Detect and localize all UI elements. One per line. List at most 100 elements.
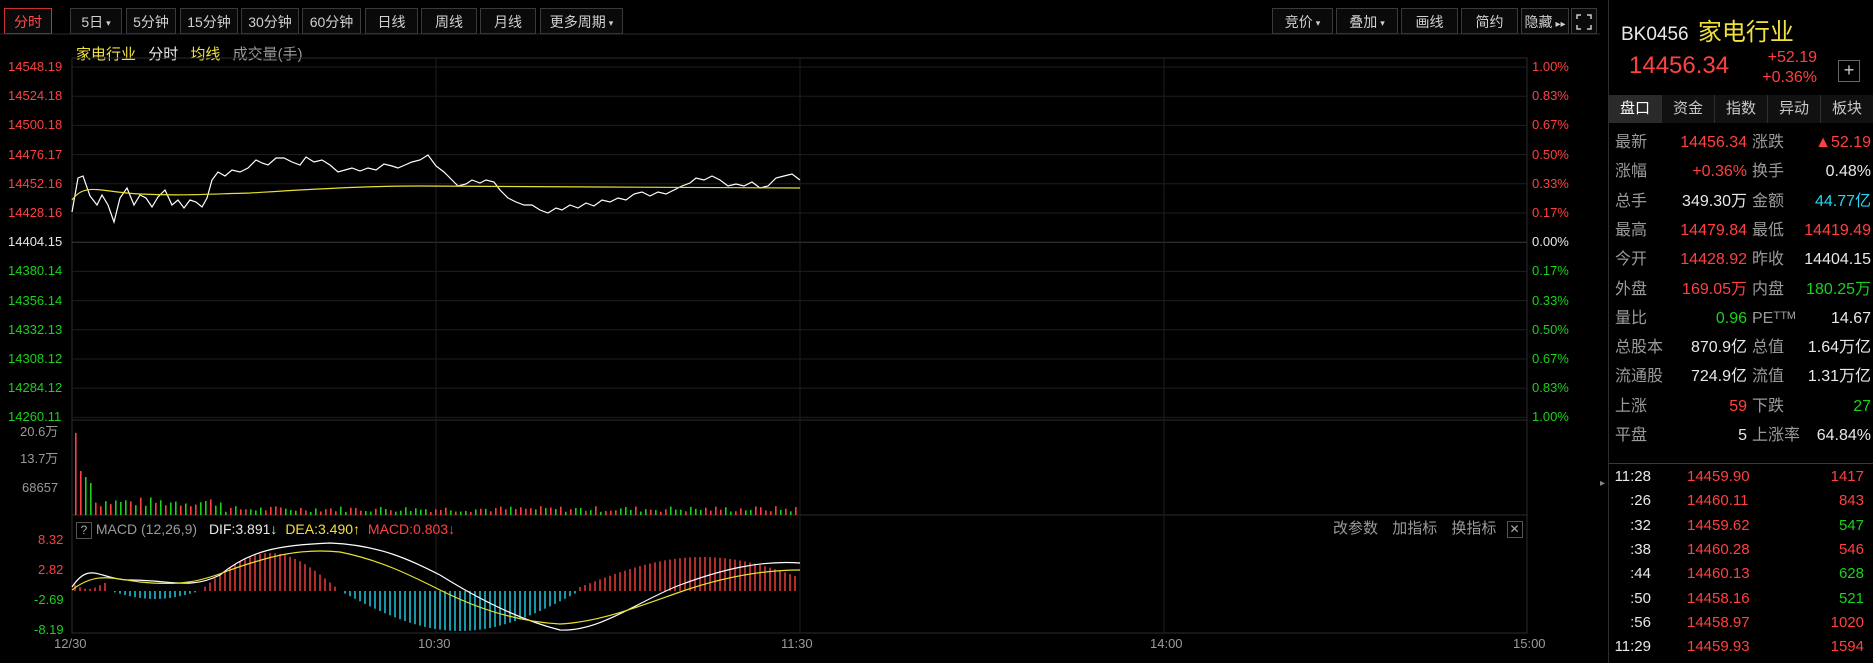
volume-bar <box>115 500 117 515</box>
percent-tick: 0.33% <box>1532 175 1569 191</box>
volume-bar <box>505 509 507 515</box>
stat-label: 内盘 <box>1752 280 1785 298</box>
percent-tick: 0.50% <box>1532 321 1569 337</box>
macd-dea: DEA:3.490↑ <box>285 521 361 537</box>
volume-bar <box>295 510 297 515</box>
percent-tick: 0.00% <box>1532 234 1569 250</box>
volume-bar <box>205 500 207 515</box>
tick-volume: 843 <box>1838 492 1864 510</box>
intraday-chart[interactable] <box>0 0 1600 663</box>
volume-bar <box>335 511 337 515</box>
stat-value: 44.77亿 <box>1814 192 1871 210</box>
volume-bar <box>530 508 532 515</box>
volume-bar <box>215 505 217 515</box>
macd-dif: DIF:3.891↓ <box>208 521 278 537</box>
volume-bar <box>570 509 572 515</box>
quote-panel: BK0456 家电行业 14456.34 +52.19 +0.36% + 盘口资… <box>1608 0 1873 663</box>
volume-bar <box>305 510 307 515</box>
volume-bar <box>600 511 602 515</box>
volume-bar <box>90 483 92 515</box>
volume-bar <box>160 500 162 515</box>
tab-4[interactable]: 板块 <box>1821 95 1873 123</box>
stat-label: 昨收 <box>1752 251 1785 269</box>
volume-bar <box>210 499 212 515</box>
volume-bar <box>270 506 272 515</box>
volume-bar <box>120 502 122 515</box>
tick-time: :50 <box>1630 589 1651 607</box>
tab-0[interactable]: 盘口 <box>1609 95 1662 123</box>
volume-bar <box>250 509 252 515</box>
volume-bar <box>425 509 427 515</box>
close-icon[interactable]: ✕ <box>1506 521 1523 538</box>
price-tick: 14500.18 <box>8 117 63 133</box>
volume-bar <box>245 509 247 515</box>
time-tick: 10:30 <box>418 636 451 651</box>
stat-label: 换手 <box>1752 163 1785 181</box>
macd-title: MACD (12,26,9) <box>95 521 198 537</box>
time-tick: 14:00 <box>1150 636 1183 651</box>
volume-bar <box>635 506 637 515</box>
volume-bar <box>620 508 622 515</box>
tick-price: 14460.13 <box>1687 565 1750 583</box>
volume-bar <box>255 510 257 515</box>
stat-value: 64.84% <box>1816 427 1871 444</box>
volume-bar <box>290 510 292 515</box>
price-tick: 14308.12 <box>8 351 63 366</box>
tick-volume: 628 <box>1838 565 1864 583</box>
volume-bar <box>430 511 432 515</box>
macd-actions: 改参数 加指标 换指标 ✕ <box>1333 520 1523 538</box>
help-icon[interactable]: ? <box>76 522 92 539</box>
tab-1[interactable]: 资金 <box>1662 95 1715 123</box>
volume-bar <box>240 509 242 515</box>
volume-bar <box>560 506 562 515</box>
volume-bar <box>485 508 487 515</box>
tab-3[interactable]: 异动 <box>1768 95 1821 123</box>
price-tick: 14380.14 <box>8 263 63 279</box>
volume-bar <box>625 507 627 515</box>
volume-bar <box>370 511 372 515</box>
volume-bar <box>785 508 787 515</box>
edit-params-button[interactable]: 改参数 <box>1333 520 1378 537</box>
stock-code: BK0456 <box>1621 24 1689 45</box>
tick-price: 14459.93 <box>1687 638 1750 656</box>
tick-volume: 1594 <box>1830 638 1864 656</box>
macd-tick: -2.69 <box>34 592 64 607</box>
volume-bar <box>450 510 452 515</box>
volume-bar <box>555 508 557 515</box>
volume-bar <box>670 506 672 515</box>
stat-value: 14428.92 <box>1680 251 1747 269</box>
volume-bar <box>315 508 317 515</box>
volume-bar <box>105 501 107 515</box>
volume-bar <box>710 510 712 515</box>
add-watchlist-icon[interactable]: + <box>1838 60 1860 82</box>
volume-bar <box>795 507 797 515</box>
tick-price: 14458.97 <box>1687 613 1750 631</box>
price-tick: 14332.13 <box>8 321 63 337</box>
volume-bar <box>590 510 592 515</box>
tick-price: 14459.90 <box>1687 468 1750 485</box>
price-tick: 14548.19 <box>8 59 63 74</box>
volume-bar <box>735 511 737 515</box>
volume-bar <box>325 509 327 515</box>
switch-indicator-button[interactable]: 换指标 <box>1451 520 1496 537</box>
volume-bar <box>700 509 702 515</box>
volume-bar <box>790 511 792 515</box>
stat-label: 总股本 <box>1615 339 1664 357</box>
price-tick: 14260.11 <box>8 409 62 425</box>
stat-label: 涨幅 <box>1615 163 1648 181</box>
stat-label: 总值 <box>1752 339 1785 357</box>
stat-label: 上涨 <box>1615 397 1648 415</box>
volume-bar <box>730 511 732 515</box>
tab-2[interactable]: 指数 <box>1715 95 1768 123</box>
volume-bar <box>720 509 722 515</box>
volume-bar <box>170 502 172 515</box>
tick-time: :26 <box>1630 492 1651 510</box>
add-indicator-button[interactable]: 加指标 <box>1392 520 1437 537</box>
macd-header: ? MACD (12,26,9) DIF:3.891↓ DEA:3.490↑ M… <box>76 520 455 539</box>
volume-bar <box>150 497 152 515</box>
time-tick: 12/30 <box>54 636 87 651</box>
percent-tick: 0.67% <box>1532 351 1569 366</box>
panel-collapse-icon[interactable]: ▸ <box>1600 474 1608 494</box>
volume-tick: 13.7万 <box>20 451 59 466</box>
volume-bar <box>655 510 657 515</box>
